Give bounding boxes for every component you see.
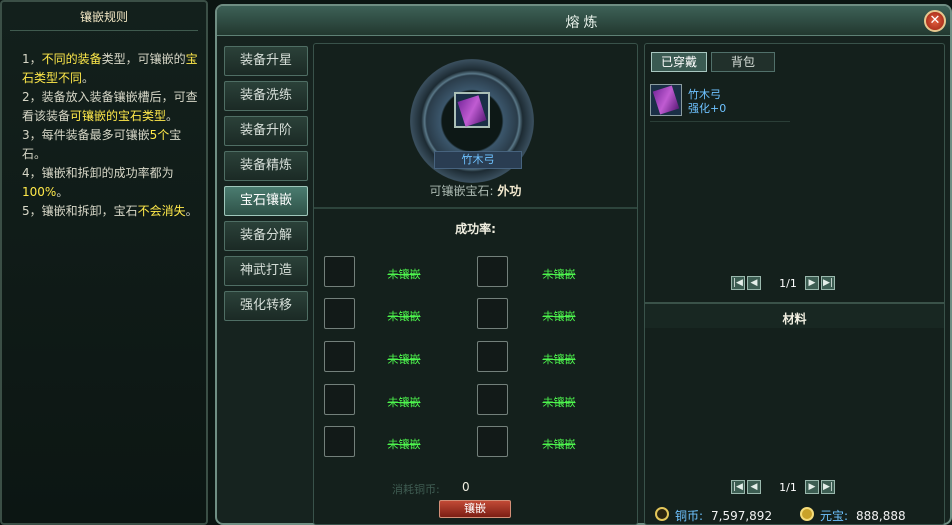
smelting-window: 熔炼 ✕ 装备升星装备洗练装备升阶装备精炼宝石镶嵌装备分解神武打造强化转移 竹木… <box>215 4 952 525</box>
window-title: 熔炼 <box>565 15 602 31</box>
rule-line: 1，不同的装备类型，可镶嵌的宝石类型不同。 <box>22 50 202 88</box>
gem-slot[interactable] <box>324 384 355 415</box>
material-last-page-button[interactable]: ▶| <box>821 480 835 494</box>
rule-text: 。 <box>166 109 179 123</box>
rule-line: 5，镶嵌和拆卸，宝石不会消失。 <box>22 202 202 221</box>
rule-text: 3，每件装备最多可镶嵌 <box>22 128 150 142</box>
rules-divider <box>10 30 198 31</box>
material-next-page-button[interactable]: ▶ <box>805 480 819 494</box>
gem-type-value: 外功 <box>497 184 522 198</box>
rule-highlight: 可镶嵌的宝石类型 <box>70 109 167 123</box>
gem-slot-status: 未镶嵌 <box>387 268 421 281</box>
nav-item[interactable]: 强化转移 <box>224 291 308 321</box>
nav-item[interactable]: 装备精炼 <box>224 151 308 181</box>
gem-slot-status: 未镶嵌 <box>387 310 421 323</box>
tab-bag[interactable]: 背包 <box>711 52 775 72</box>
rules-title: 镶嵌规则 <box>79 10 128 24</box>
rule-text: 类型，可镶嵌的 <box>101 52 186 66</box>
gem-slot[interactable] <box>324 341 355 372</box>
rules-body: 1，不同的装备类型，可镶嵌的宝石类型不同。 2，装备放入装备镶嵌槽后，可查看该装备… <box>22 50 202 221</box>
material-page-indicator: 1/1 <box>779 481 797 494</box>
inlay-panel: 竹木弓 可镶嵌宝石: 外功 成功率: 未镶嵌 未镶嵌 未镶嵌 未镶嵌 未镶嵌 未镶嵌 未镶嵌… <box>313 43 638 525</box>
material-prev-page-button[interactable]: ◀ <box>747 480 761 494</box>
nav-menu: 装备升星装备洗练装备升阶装备精炼宝石镶嵌装备分解神武打造强化转移 <box>224 46 312 326</box>
gem-slot-status: 未镶嵌 <box>387 353 421 366</box>
gem-slot[interactable] <box>477 384 508 415</box>
gem-slot-status: 未镶嵌 <box>542 353 576 366</box>
inlay-button[interactable]: 镶嵌 <box>439 500 511 518</box>
rule-highlight: 100% <box>22 185 57 199</box>
bow-icon <box>652 85 680 115</box>
copper-label: 铜币: <box>675 509 704 523</box>
yuanbao-label: 元宝: <box>820 509 849 523</box>
gem-slot-status: 未镶嵌 <box>542 268 576 281</box>
nav-item[interactable]: 神武打造 <box>224 256 308 286</box>
gem-slot[interactable] <box>324 256 355 287</box>
rule-line: 4，镶嵌和拆卸的成功率都为 100%。 <box>22 164 202 202</box>
materials-label: 材料 <box>782 312 807 326</box>
gem-slot-status: 未镶嵌 <box>542 310 576 323</box>
rule-highlight: 不会消失 <box>137 204 186 218</box>
rule-text: 。 <box>34 147 47 161</box>
success-rate-label: 成功率: <box>455 222 496 236</box>
nav-item[interactable]: 宝石镶嵌 <box>224 186 308 216</box>
item-pager: |◀ ◀ 1/1 ▶ ▶| <box>731 276 841 292</box>
rule-text: 5，镶嵌和拆卸，宝石 <box>22 204 138 218</box>
cost-value: 0 <box>462 480 470 494</box>
next-page-button[interactable]: ▶ <box>805 276 819 290</box>
gem-type-label: 可镶嵌宝石: <box>429 184 494 198</box>
gem-slot[interactable] <box>477 426 508 457</box>
gem-slot[interactable] <box>324 298 355 329</box>
prev-page-button[interactable]: ◀ <box>747 276 761 290</box>
item-icon <box>650 84 682 116</box>
gem-slot[interactable] <box>324 426 355 457</box>
equip-name: 竹木弓 <box>434 151 522 169</box>
materials-header: 材料 <box>645 302 944 328</box>
rule-text: 。 <box>185 204 198 218</box>
rule-text: 。 <box>56 185 69 199</box>
nav-item[interactable]: 装备洗练 <box>224 81 308 111</box>
item-panel: 已穿戴 背包 竹木弓 强化+0 |◀ ◀ 1/1 ▶ ▶| 材料 |◀ ◀ 1/… <box>644 43 945 525</box>
last-page-button[interactable]: ▶| <box>821 276 835 290</box>
gem-slot-status: 未镶嵌 <box>387 438 421 451</box>
material-first-page-button[interactable]: |◀ <box>731 480 745 494</box>
cost-label: 消耗铜币: <box>392 483 440 496</box>
rule-line: 2，装备放入装备镶嵌槽后，可查看该装备可镶嵌的宝石类型。 <box>22 88 202 126</box>
gem-slot-status: 未镶嵌 <box>387 396 421 409</box>
close-button[interactable]: ✕ <box>924 10 946 32</box>
copper-value: 7,597,892 <box>711 509 773 523</box>
nav-item[interactable]: 装备分解 <box>224 221 308 251</box>
rule-text: 1， <box>22 52 42 66</box>
nav-item[interactable]: 装备升星 <box>224 46 308 76</box>
rule-line: 3，每件装备最多可镶嵌5个宝石。 <box>22 126 202 164</box>
page-indicator: 1/1 <box>779 277 797 290</box>
gem-slot-status: 未镶嵌 <box>542 396 576 409</box>
first-page-button[interactable]: |◀ <box>731 276 745 290</box>
item-level: 强化+0 <box>688 102 727 115</box>
tab-equipped[interactable]: 已穿戴 <box>651 52 707 72</box>
rule-highlight: 5个 <box>149 128 170 142</box>
copper-coin-icon <box>655 507 669 521</box>
material-pager: |◀ ◀ 1/1 ▶ ▶| <box>731 480 841 496</box>
close-icon: ✕ <box>929 13 941 28</box>
gem-type-line: 可镶嵌宝石: 外功 <box>314 182 637 199</box>
nav-item[interactable]: 装备升阶 <box>224 116 308 146</box>
center-divider <box>314 207 637 209</box>
rule-text: 。 <box>82 71 95 85</box>
yuanbao-value: 888,888 <box>856 509 906 523</box>
equip-slot[interactable] <box>454 92 490 128</box>
rule-text: 4，镶嵌和拆卸的成功率都为 <box>22 166 174 180</box>
gem-slot-status: 未镶嵌 <box>542 438 576 451</box>
yuanbao-icon <box>800 507 814 521</box>
gem-slot[interactable] <box>477 341 508 372</box>
item-row[interactable]: 竹木弓 强化+0 <box>650 84 790 122</box>
rule-highlight: 不同的装备 <box>41 52 102 66</box>
gem-slot[interactable] <box>477 298 508 329</box>
title-bar: 熔炼 ✕ <box>217 6 950 36</box>
gem-slot[interactable] <box>477 256 508 287</box>
rules-panel: 镶嵌规则 1，不同的装备类型，可镶嵌的宝石类型不同。 2，装备放入装备镶嵌槽后，可… <box>0 0 208 525</box>
bow-item-icon <box>457 95 487 127</box>
